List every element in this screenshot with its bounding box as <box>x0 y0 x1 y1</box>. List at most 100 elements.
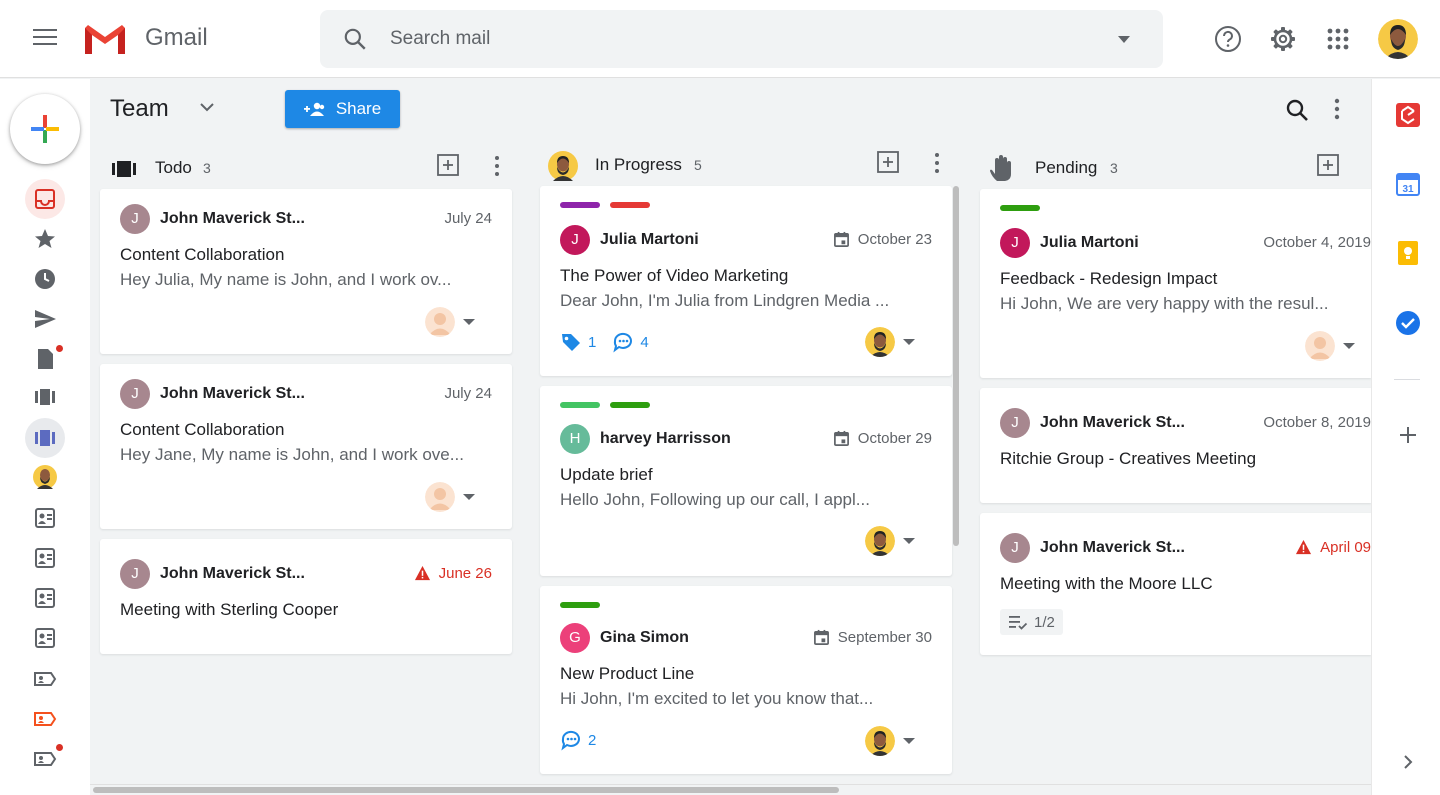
help-icon[interactable] <box>1213 24 1243 54</box>
share-label: Share <box>335 99 382 118</box>
tasks-addon-icon[interactable] <box>1395 310 1421 336</box>
column-scrollbar[interactable] <box>953 186 959 546</box>
svg-text:31: 31 <box>1402 184 1414 195</box>
board-horizontal-scrollbar[interactable] <box>93 787 839 793</box>
card-subject: Ritchie Group - Creatives Meeting <box>1000 449 1257 468</box>
card[interactable]: J John Maverick St... April 09 Meeting w… <box>980 513 1371 655</box>
search-bar[interactable] <box>320 10 1163 68</box>
card-date: October 4, 2019 <box>1263 234 1371 251</box>
label-icon-1[interactable] <box>33 667 57 691</box>
card-subject: Feedback - Redesign Impact <box>1000 269 1218 288</box>
board-more-icon[interactable] <box>1328 96 1346 122</box>
starred-icon[interactable] <box>33 227 57 251</box>
right-side-panel: 31 <box>1371 79 1440 795</box>
card[interactable]: J Julia Martoni October 23 The Power of … <box>540 186 952 376</box>
sender-avatar: J <box>120 559 150 589</box>
app-name[interactable]: Gmail <box>145 24 208 52</box>
sent-icon[interactable] <box>33 307 57 331</box>
shared-board-icon-3[interactable] <box>33 586 57 610</box>
sender-name: John Maverick St... <box>160 565 305 582</box>
apps-grid-icon[interactable] <box>1323 24 1353 54</box>
column-header-pending: Pending 3 <box>988 150 1371 190</box>
card[interactable]: G Gina Simon September 30 New Product Li… <box>540 586 952 774</box>
date-text: July 24 <box>444 385 492 402</box>
card-date: October 29 <box>833 430 932 447</box>
expand-panel-chevron-icon[interactable] <box>1395 749 1421 775</box>
card[interactable]: J John Maverick St... July 24 Content Co… <box>100 364 512 529</box>
shared-board-icon-2[interactable] <box>33 546 57 570</box>
add-addon-plus-icon[interactable] <box>1395 422 1421 448</box>
personal-board-avatar-icon[interactable] <box>33 465 57 489</box>
assignee-avatar[interactable] <box>865 726 895 756</box>
card[interactable]: J John Maverick St... July 24 Content Co… <box>100 189 512 354</box>
assignee-avatar[interactable] <box>865 526 895 556</box>
search-icon[interactable] <box>342 26 368 52</box>
streak-addon-icon[interactable] <box>1395 102 1421 128</box>
todo-column-icon <box>112 161 136 177</box>
add-card-icon[interactable] <box>436 153 460 177</box>
assignee-dropdown-icon[interactable] <box>903 738 915 744</box>
share-button[interactable]: Share <box>285 90 400 128</box>
label-icon-3[interactable] <box>33 747 57 771</box>
checklist-badge[interactable]: 1/2 <box>1000 609 1063 635</box>
board-dropdown-icon[interactable] <box>200 102 214 112</box>
shared-board-icon-4[interactable] <box>33 626 57 650</box>
search-input[interactable] <box>390 26 1090 52</box>
assignee-placeholder-avatar[interactable] <box>425 307 455 337</box>
card[interactable]: H harvey Harrisson October 29 Update bri… <box>540 386 952 576</box>
team-board-icon[interactable] <box>33 426 57 450</box>
assignee-placeholder-avatar[interactable] <box>425 482 455 512</box>
label-notification-dot <box>55 743 64 752</box>
left-nav-rail <box>0 79 90 795</box>
card-meta: 1 4 <box>560 331 649 353</box>
inbox-icon[interactable] <box>33 187 57 211</box>
assignee-dropdown-icon[interactable] <box>903 538 915 544</box>
card[interactable]: J John Maverick St... June 26 Meeting wi… <box>100 539 512 654</box>
column-more-icon[interactable] <box>932 152 942 174</box>
calendar-addon-icon[interactable]: 31 <box>1395 171 1421 197</box>
keep-addon-icon[interactable] <box>1395 240 1421 266</box>
card[interactable]: J John Maverick St... October 8, 2019 Ri… <box>980 388 1371 503</box>
sender-name: Gina Simon <box>600 629 689 646</box>
top-bar: Gmail <box>0 0 1440 78</box>
snoozed-clock-icon[interactable] <box>33 267 57 291</box>
settings-gear-icon[interactable] <box>1268 24 1298 54</box>
column-more-icon[interactable] <box>492 155 502 177</box>
column-name: Pending <box>1035 158 1098 177</box>
search-options-icon[interactable] <box>1118 36 1130 43</box>
card[interactable]: J Julia Martoni October 4, 2019 Feedback… <box>980 189 1371 378</box>
compose-button[interactable] <box>10 94 80 164</box>
account-avatar[interactable] <box>1378 19 1418 59</box>
assignee-dropdown-icon[interactable] <box>903 339 915 345</box>
date-text: July 24 <box>444 210 492 227</box>
card-date: October 8, 2019 <box>1263 414 1371 431</box>
card-date: September 30 <box>813 629 932 646</box>
in-progress-avatar-icon <box>548 151 578 181</box>
boards-icon[interactable] <box>33 385 57 409</box>
column-name: Todo <box>155 158 192 177</box>
main-menu-icon[interactable] <box>33 29 57 49</box>
card-date: October 23 <box>833 231 932 248</box>
assignee-placeholder-avatar[interactable] <box>1305 331 1335 361</box>
assignee-dropdown-icon[interactable] <box>463 319 475 325</box>
date-text: June 26 <box>438 565 492 582</box>
add-card-icon[interactable] <box>1316 153 1340 177</box>
board-title[interactable]: Team <box>110 95 169 123</box>
assignee-dropdown-icon[interactable] <box>1343 343 1355 349</box>
gmail-logo-icon[interactable] <box>82 22 128 56</box>
calendar-icon <box>833 430 849 446</box>
shared-board-icon-1[interactable] <box>33 506 57 530</box>
date-text: October 4, 2019 <box>1263 234 1371 251</box>
assignee-avatar[interactable] <box>865 327 895 357</box>
board-search-icon[interactable] <box>1284 97 1310 123</box>
sender-avatar: J <box>1000 408 1030 438</box>
add-card-icon[interactable] <box>876 150 900 174</box>
card-subject: Meeting with Sterling Cooper <box>120 600 339 619</box>
label-icon-2[interactable] <box>33 707 57 731</box>
card-date-overdue: April 09 <box>1295 539 1371 556</box>
sender-name: Julia Martoni <box>600 231 699 248</box>
hand-icon <box>990 155 1011 181</box>
assignee-dropdown-icon[interactable] <box>463 494 475 500</box>
drafts-icon[interactable] <box>33 347 57 371</box>
column-header-todo: Todo 3 <box>110 150 512 190</box>
